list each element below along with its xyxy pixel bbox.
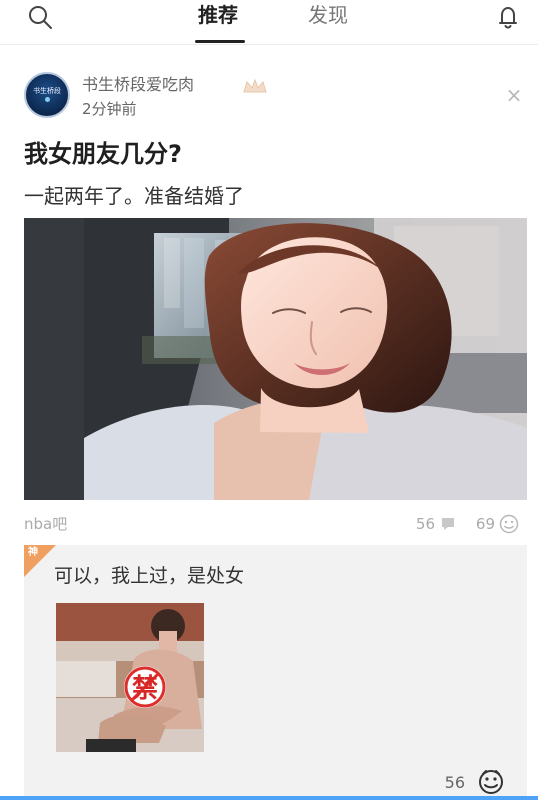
source-label[interactable]: nba吧 bbox=[24, 514, 67, 534]
like-count: 69 bbox=[475, 515, 495, 533]
post-meta: nba吧 56 69 bbox=[24, 514, 527, 538]
tab-discover[interactable]: 发现 bbox=[308, 0, 348, 30]
close-icon[interactable]: × bbox=[505, 85, 523, 105]
like-icon[interactable] bbox=[499, 514, 519, 534]
crown-icon bbox=[241, 77, 269, 95]
post-photo[interactable] bbox=[24, 218, 527, 500]
featured-comment: 神 可以，我上过，是处女 禁 56 bbox=[24, 545, 527, 800]
featured-comment-text: 可以，我上过，是处女 bbox=[54, 565, 245, 587]
bell-icon[interactable] bbox=[486, 0, 530, 34]
post-body: 一起两年了。准备结婚了 bbox=[24, 184, 244, 208]
post-card: 书生桥段 书生桥段爱吃肉 2分钟前 × 我女朋友几分? 一起两年了。准备结婚了 bbox=[24, 72, 527, 534]
bottom-strip bbox=[0, 796, 538, 800]
comment-count: 56 bbox=[415, 515, 435, 533]
tab-bar: 推荐 发现 bbox=[0, 0, 538, 44]
avatar-dot bbox=[44, 97, 50, 102]
comment-icon[interactable] bbox=[439, 515, 457, 533]
featured-comment-like-icon[interactable] bbox=[477, 768, 505, 796]
author-name[interactable]: 书生桥段爱吃肉 bbox=[82, 75, 194, 95]
active-tab-indicator bbox=[195, 40, 245, 43]
featured-comment-photo[interactable]: 禁 bbox=[56, 603, 204, 752]
post-title: 我女朋友几分? bbox=[24, 140, 182, 168]
avatar-text: 书生桥段 bbox=[33, 87, 61, 95]
top-navigation: 推荐 发现 bbox=[0, 0, 538, 45]
featured-badge-text: 神 bbox=[28, 547, 38, 558]
post-time: 2分钟前 bbox=[82, 100, 137, 118]
avatar[interactable]: 书生桥段 bbox=[24, 72, 70, 118]
author-row: 书生桥段 书生桥段爱吃肉 2分钟前 × bbox=[24, 72, 527, 122]
tab-recommend[interactable]: 推荐 bbox=[198, 0, 238, 30]
featured-comment-like-count: 56 bbox=[444, 773, 465, 792]
svg-text:禁: 禁 bbox=[132, 674, 158, 704]
